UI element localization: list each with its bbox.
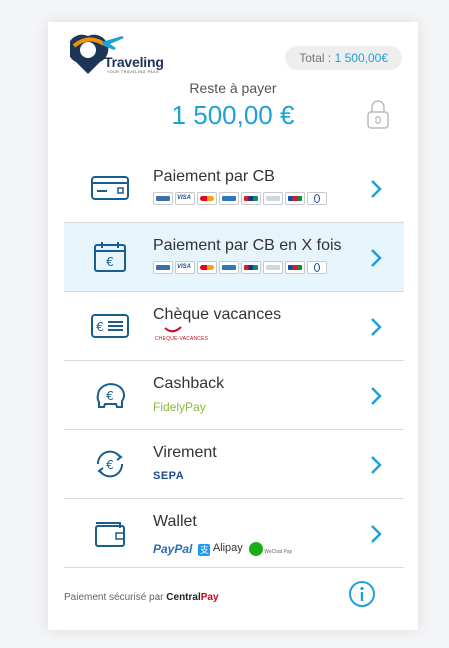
payment-option-label: Paiement par CB (153, 168, 275, 185)
payment-option-wallet[interactable]: Wallet PayPal 支 Alipay WeChat Pay (64, 499, 404, 568)
payment-option-cashback[interactable]: € Cashback FidelyPay (64, 361, 404, 430)
mastercard-logo-icon (197, 261, 217, 274)
svg-text:€: € (106, 255, 114, 269)
total-label: Total : (299, 51, 332, 65)
centralpay-accent: Pay (200, 592, 219, 603)
chevron-right-icon (371, 387, 382, 405)
payment-option-cheque-vacances[interactable]: € Chèque vacances CHEQUE-VACANCES (64, 292, 404, 361)
wechat-label: WeChat Pay (264, 549, 293, 555)
payment-option-label: Virement (153, 444, 217, 461)
payment-option-cb[interactable]: Paiement par CB VISA (64, 154, 404, 223)
card-brand-badges: VISA (153, 192, 327, 205)
cheque-euro-icon: € (90, 310, 130, 342)
total-value: 1 500,00€ (334, 51, 388, 65)
svg-text:€: € (106, 389, 114, 403)
payment-method-list: Paiement par CB VISA € Paiement par CB e… (64, 154, 404, 568)
svg-text:€: € (106, 458, 114, 472)
payment-option-label: Wallet (153, 513, 197, 530)
alipay-label: Alipay (212, 542, 243, 554)
jcb-logo-icon (285, 192, 305, 205)
payment-option-label: Cashback (153, 375, 225, 392)
wallet-brands: PayPal 支 Alipay WeChat Pay (153, 542, 292, 556)
info-icon[interactable] (348, 580, 376, 608)
calendar-euro-icon: € (90, 241, 130, 273)
piggy-bank-icon: € (90, 379, 130, 411)
payment-option-label: Paiement par CB en X fois (153, 237, 342, 254)
cheque-vacances-brand: CHEQUE-VACANCES (155, 336, 209, 342)
payment-option-cb-installments[interactable]: € Paiement par CB en X fois VISA (64, 223, 404, 292)
cheque-vacances-logo-icon (164, 326, 182, 333)
payment-card: Traveling YOUR TRAVELING PASS Total : 1 … (48, 22, 418, 630)
chevron-right-icon (371, 180, 382, 198)
secure-payment-text: Paiement sécurisé par (64, 592, 164, 603)
amex-logo-icon (219, 192, 239, 205)
logo-wordmark: Traveling (104, 54, 164, 70)
wallet-icon (90, 517, 130, 549)
credit-card-icon (90, 172, 130, 204)
cb-logo-icon (153, 192, 173, 205)
carte-logo-icon (263, 261, 283, 274)
fidelypay-brand: FidelyPay (153, 400, 206, 414)
logo-tagline: YOUR TRAVELING PASS (107, 70, 160, 74)
paypal-brand: PayPal (153, 542, 193, 556)
mastercard-logo-icon (197, 192, 217, 205)
card-brand-badges: VISA (153, 261, 327, 274)
chevron-right-icon (371, 525, 382, 543)
alipay-logo-icon: 支 (198, 544, 211, 556)
wechat-pay-brand: WeChat Pay (248, 542, 293, 556)
lock-icon (366, 98, 390, 130)
payment-option-virement[interactable]: € Virement SEPA (64, 430, 404, 499)
secure-payment-note: Paiement sécurisé par CentralPay (64, 592, 219, 603)
jcb-logo-icon (285, 261, 305, 274)
diners-logo-icon (307, 192, 327, 205)
total-badge: Total : 1 500,00€ (285, 46, 402, 70)
amount-due-label: Reste à payer (189, 80, 277, 96)
amex-logo-icon (219, 261, 239, 274)
chevron-right-icon (371, 318, 382, 336)
cb-logo-icon (153, 261, 173, 274)
unionpay-logo-icon (241, 192, 261, 205)
chevron-right-icon (371, 249, 382, 267)
fidelypay-logo: FidelyPay (153, 400, 206, 414)
carte-logo-icon (263, 192, 283, 205)
amount-due-value: 1 500,00 € (171, 100, 295, 130)
centralpay-logo: CentralPay (166, 592, 218, 603)
alipay-brand: 支 Alipay (198, 542, 243, 556)
centralpay-main: Central (166, 592, 201, 603)
unionpay-logo-icon (241, 261, 261, 274)
visa-logo-icon: VISA (175, 261, 195, 274)
sepa-logo: SEPA (153, 470, 184, 482)
sepa-brand: SEPA (153, 470, 185, 482)
wechat-logo-icon (248, 542, 263, 556)
transfer-euro-icon: € (90, 448, 130, 480)
diners-logo-icon (307, 261, 327, 274)
visa-logo-icon: VISA (175, 192, 195, 205)
chevron-right-icon (371, 456, 382, 474)
svg-text:€: € (96, 320, 104, 334)
payment-option-label: Chèque vacances (153, 306, 282, 323)
traveling-logo: Traveling YOUR TRAVELING PASS (67, 32, 170, 76)
